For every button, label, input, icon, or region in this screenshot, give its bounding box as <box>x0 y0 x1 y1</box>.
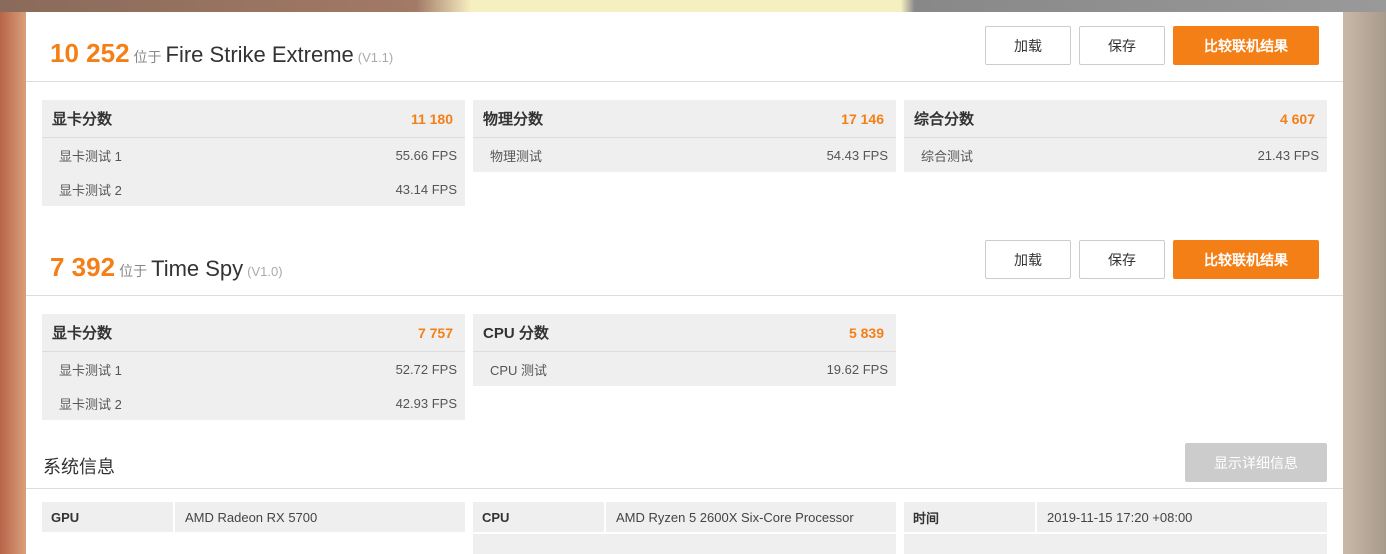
panel-score: 11 180 <box>410 110 453 127</box>
subtest-row: 综合测试 21.43 FPS <box>921 147 1319 164</box>
panel-score: 4 607 <box>1279 110 1315 127</box>
panel-score: 7 757 <box>417 324 453 341</box>
test-score: 7 392 位于 Time Spy (V1.0) <box>50 252 283 282</box>
score-panel: 综合分数 4 607 综合测试 21.43 FPS <box>904 100 1327 172</box>
system-info-row: 时间 2019-11-15 17:20 +08:00 <box>904 502 1327 532</box>
system-info-row: CPU AMD Ryzen 5 2600X Six-Core Processor <box>473 502 896 532</box>
panel-title: 显卡分数 <box>52 325 113 342</box>
test-score: 10 252 位于 Fire Strike Extreme (V1.1) <box>50 38 394 68</box>
subtest-row: 显卡测试 1 52.72 FPS <box>59 361 457 378</box>
compare-online-button[interactable]: 比较联机结果 <box>1173 26 1319 65</box>
load-button[interactable]: 加载 <box>985 26 1071 65</box>
subtest-row: 显卡测试 2 42.93 FPS <box>59 395 457 412</box>
panel-title: 物理分数 <box>483 111 544 128</box>
load-button[interactable]: 加载 <box>985 240 1071 279</box>
save-button[interactable]: 保存 <box>1079 26 1165 65</box>
subtest-row: 物理测试 54.43 FPS <box>490 147 888 164</box>
system-info-row <box>904 534 1327 554</box>
test-header: 10 252 位于 Fire Strike Extreme (V1.1) 加载 保存 … <box>26 12 1343 82</box>
test-version: (V1.0) <box>247 264 283 279</box>
subtest-row: 显卡测试 2 43.14 FPS <box>59 181 457 198</box>
test-name: Fire Strike Extreme <box>165 42 354 67</box>
panel-title: CPU 分数 <box>483 325 549 342</box>
system-info-row: GPU AMD Radeon RX 5700 <box>42 502 465 532</box>
score-panel: 显卡分数 11 180 显卡测试 1 55.66 FPS 显卡测试 2 43.14 FPS <box>42 100 465 206</box>
subtest-row: CPU 测试 19.62 FPS <box>490 361 888 378</box>
test-name: Time Spy <box>151 256 244 281</box>
score-panel: CPU 分数 5 839 CPU 测试 19.62 FPS <box>473 314 896 386</box>
panel-title: 显卡分数 <box>52 111 113 128</box>
divider <box>26 488 1343 489</box>
save-button[interactable]: 保存 <box>1079 240 1165 279</box>
panel-score: 5 839 <box>848 324 884 341</box>
show-details-button[interactable]: 显示详细信息 <box>1185 443 1327 482</box>
panel-title: 综合分数 <box>914 111 975 128</box>
subtest-row: 显卡测试 1 55.66 FPS <box>59 147 457 164</box>
test-header: 7 392 位于 Time Spy (V1.0) 加载 保存 比较联机结果 <box>26 226 1343 296</box>
test-version: (V1.1) <box>357 50 394 65</box>
system-info-title: 系统信息 <box>43 457 115 477</box>
system-info-row <box>473 534 896 554</box>
score-panel: 物理分数 17 146 物理测试 54.43 FPS <box>473 100 896 172</box>
compare-online-button[interactable]: 比较联机结果 <box>1173 240 1319 279</box>
background-banner <box>0 0 1386 12</box>
panel-score: 17 146 <box>841 110 884 127</box>
results-card: 系统信息 显示详细信息 10 252 位于 Fire Strike Extreme(… <box>26 12 1343 554</box>
score-panel: 显卡分数 7 757 显卡测试 1 52.72 FPS 显卡测试 2 42.93 FPS <box>42 314 465 420</box>
